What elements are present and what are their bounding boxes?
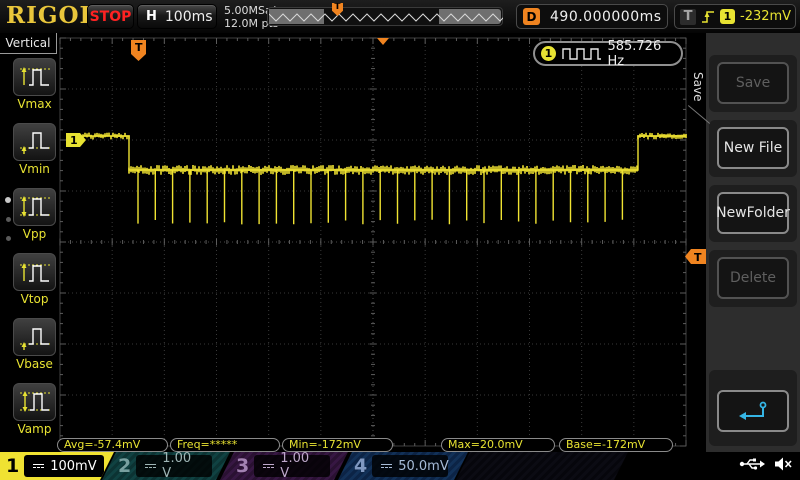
horizontal-center-marker xyxy=(377,38,389,45)
trigger-level-marker[interactable]: T xyxy=(685,249,706,264)
menu-item-vtop[interactable]: Vtop xyxy=(13,253,56,306)
menu-title: Vertical xyxy=(0,33,57,54)
right-soft-menu: Save New File NewFolder Delete xyxy=(706,33,800,452)
menu-page-dot xyxy=(6,236,11,241)
trigger-position-marker[interactable]: T xyxy=(131,40,146,61)
menu-slot: New File xyxy=(709,120,797,177)
measurement-max[interactable]: Max=20.0mV xyxy=(441,438,555,452)
channel-number: 3 xyxy=(236,455,250,477)
measurement-avg[interactable]: Avg=-57.4mV xyxy=(57,438,168,452)
svg-text:T: T xyxy=(135,41,143,54)
trigger-readout-button[interactable]: T 1 -232mV xyxy=(674,4,796,29)
menu-item-vpp[interactable]: Vpp xyxy=(13,188,56,241)
menu-slot xyxy=(709,370,797,446)
dc-coupling-icon xyxy=(145,464,156,469)
menu-item-label: Vbase xyxy=(16,357,53,371)
vpp-icon xyxy=(13,188,56,226)
menu-item-vmin[interactable]: Vmin xyxy=(13,123,56,176)
channel-scale: 100mV xyxy=(50,458,97,474)
channel-scale: 50.0mV xyxy=(398,458,449,474)
horizontal-label: H xyxy=(146,9,157,24)
back-button[interactable] xyxy=(717,390,789,432)
oscilloscope-screen: RIGOL STOP H 100ms 5.00MSa/s 12.0M pts T… xyxy=(0,0,800,480)
channel2-chip[interactable]: 2 1.00 V xyxy=(102,452,230,480)
svg-text:1: 1 xyxy=(70,134,78,147)
measurement-base[interactable]: Base=-172mV xyxy=(559,438,673,452)
channel-scale-box: 100mV xyxy=(24,455,104,477)
new-file-button[interactable]: New File xyxy=(717,127,789,169)
measurement-min[interactable]: Min=-172mV xyxy=(282,438,393,452)
overview-waveform xyxy=(269,13,503,22)
vmax-icon xyxy=(13,58,56,96)
bottom-bar-filler xyxy=(456,452,628,480)
frequency-counter-channel-badge: 1 xyxy=(541,46,556,61)
menu-item-label: Vmax xyxy=(17,97,52,111)
status-icons xyxy=(739,456,792,472)
menu-item-label: Vmin xyxy=(19,162,50,176)
measurement-freq[interactable]: Freq=***** xyxy=(170,438,280,452)
waveform-plot: 1 T T xyxy=(59,37,706,447)
trigger-level-value: -232mV xyxy=(740,9,792,24)
vtop-icon xyxy=(13,253,56,291)
square-wave-icon xyxy=(562,48,601,60)
dc-coupling-icon xyxy=(263,464,274,469)
horizontal-timebase-button[interactable]: H 100ms xyxy=(137,4,217,29)
dc-coupling-icon xyxy=(33,464,44,469)
menu-item-vbase[interactable]: Vbase xyxy=(13,318,56,371)
frequency-counter-value: 585.726 Hz xyxy=(607,38,662,69)
menu-slot: Delete xyxy=(709,250,797,307)
menu-item-vamp[interactable]: Vamp xyxy=(13,383,56,436)
new-folder-button[interactable]: NewFolder xyxy=(716,192,790,234)
delay-value: 490.000000ms xyxy=(550,8,662,25)
vmin-icon xyxy=(13,123,56,161)
delay-readout-button[interactable]: D 490.000000ms xyxy=(516,4,668,29)
delay-badge: D xyxy=(523,8,540,25)
delete-button[interactable]: Delete xyxy=(717,257,789,299)
channel-number: 1 xyxy=(6,455,20,477)
menu-item-label: Vamp xyxy=(17,422,52,436)
channel-scale: 1.00 V xyxy=(162,451,192,480)
channel-status-bar: 1 100mV 2 1.00 V 3 1.00 V 4 50.0mV xyxy=(0,452,800,480)
vbase-icon xyxy=(13,318,56,356)
waveform-overview-bar[interactable]: T xyxy=(267,3,503,26)
svg-text:T: T xyxy=(694,251,702,264)
channel-scale-box: 1.00 V xyxy=(136,455,212,477)
menu-slot: NewFolder xyxy=(709,185,797,242)
channel3-chip[interactable]: 3 1.00 V xyxy=(220,452,348,480)
left-measure-menu: Vertical Vmax Vmin Vpp Vtop Vbase Vamp xyxy=(0,33,57,452)
speaker-muted-icon xyxy=(775,457,792,471)
dc-coupling-icon xyxy=(381,464,392,469)
top-bar: RIGOL STOP H 100ms 5.00MSa/s 12.0M pts T… xyxy=(0,0,800,34)
graticule-grid xyxy=(59,37,687,447)
menu-page-dot xyxy=(5,197,11,203)
menu-item-label: Vpp xyxy=(22,227,47,241)
channel-scale: 1.00 V xyxy=(280,451,310,480)
rigol-logo: RIGOL xyxy=(6,2,97,29)
vamp-icon xyxy=(13,383,56,421)
channel-number: 4 xyxy=(354,455,368,477)
menu-slot: Save xyxy=(709,55,797,112)
trigger-source-badge: 1 xyxy=(720,9,735,24)
channel1-chip[interactable]: 1 100mV xyxy=(0,452,114,480)
rising-edge-icon xyxy=(702,11,714,23)
usb-icon xyxy=(739,458,765,470)
channel1-trace xyxy=(82,132,687,225)
waveform-display-area: 1 T T 1 585.726 Hz Avg=-57.4mV Freq=****… xyxy=(57,33,706,452)
frequency-counter: 1 585.726 Hz xyxy=(533,38,683,69)
channel-scale-box: 1.00 V xyxy=(254,455,330,477)
trigger-label: T xyxy=(680,8,696,25)
channel-number: 2 xyxy=(118,455,132,477)
run-stop-indicator[interactable]: STOP xyxy=(87,4,134,29)
return-arrow-icon xyxy=(739,401,767,420)
timebase-value: 100ms xyxy=(164,8,213,25)
menu-page-dot xyxy=(6,217,11,222)
channel-scale-box: 50.0mV xyxy=(372,455,448,477)
channel4-chip[interactable]: 4 50.0mV xyxy=(338,452,468,480)
save-button[interactable]: Save xyxy=(717,62,789,104)
menu-item-label: Vtop xyxy=(20,292,49,306)
menu-item-vmax[interactable]: Vmax xyxy=(13,58,56,111)
